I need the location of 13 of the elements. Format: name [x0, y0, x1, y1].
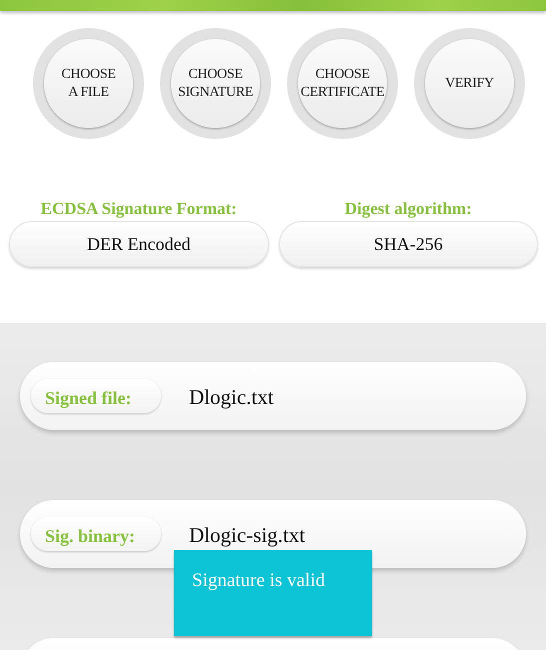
action-button[interactable]: CHOOSE SIGNATURE	[171, 39, 260, 128]
option-dropdown[interactable]: SHA-256	[278, 221, 538, 267]
option-label: Digest algorithm:	[344, 199, 472, 219]
file-name: Dlogic-sig.txt	[189, 522, 306, 548]
action-button[interactable]: CHOOSE CERTIFICATE	[298, 39, 387, 128]
option-label: ECDSA Signature Format:	[40, 199, 237, 219]
action-button[interactable]: VERIFY	[425, 39, 514, 128]
toast-message: Signature is valid	[174, 550, 372, 636]
file-name: Dlogic.txt	[189, 384, 274, 410]
option-dropdown[interactable]: DER Encoded	[9, 221, 268, 267]
file-label: Sig. binary:	[31, 517, 161, 551]
action-button[interactable]: CHOOSE A FILE	[44, 39, 133, 128]
file-label: Signed file:	[31, 379, 161, 413]
